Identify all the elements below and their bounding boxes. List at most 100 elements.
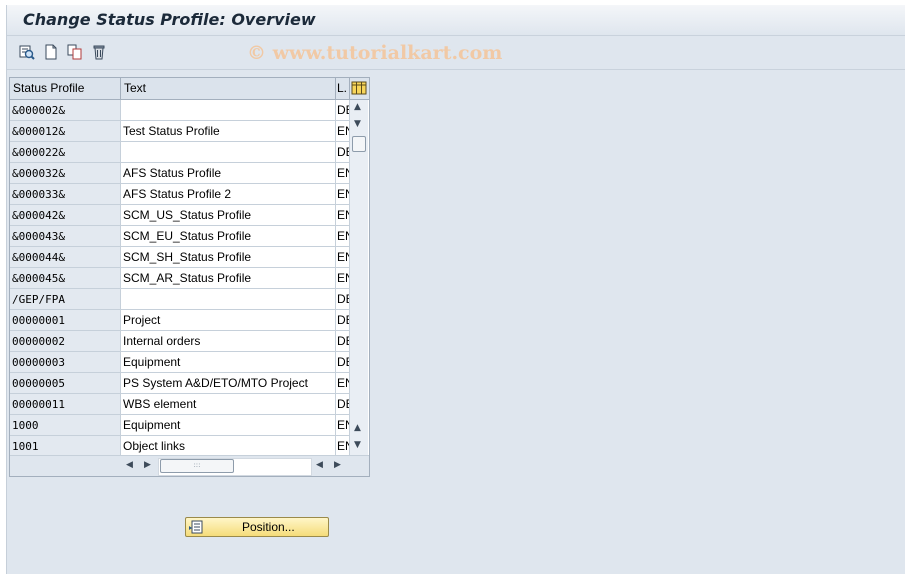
table-row[interactable]: &000022&DE (10, 142, 350, 163)
watermark: © www.tutorialkart.com (247, 42, 503, 64)
status-profile-cell[interactable]: &000042& (10, 205, 121, 226)
language-cell[interactable]: DE (336, 310, 350, 331)
text-cell[interactable]: WBS element (121, 394, 336, 415)
language-cell[interactable]: DE (336, 394, 350, 415)
language-cell[interactable]: EN (336, 163, 350, 184)
table-row[interactable]: 00000011WBS elementDE (10, 394, 350, 415)
page-title: Change Status Profile: Overview (23, 10, 316, 29)
details-icon (19, 45, 35, 60)
text-cell[interactable]: AFS Status Profile (121, 163, 336, 184)
scroll-thumb[interactable] (352, 136, 366, 152)
title-bar: Change Status Profile: Overview (7, 5, 905, 36)
status-profile-cell[interactable]: 00000002 (10, 331, 121, 352)
status-profile-cell[interactable]: &000022& (10, 142, 121, 163)
language-cell[interactable]: EN (336, 205, 350, 226)
status-profile-cell[interactable]: &000012& (10, 121, 121, 142)
status-profile-cell[interactable]: /GEP/FPA (10, 289, 121, 310)
table-row[interactable]: 00000003EquipmentDE (10, 352, 350, 373)
status-profile-cell[interactable]: &000002& (10, 100, 121, 121)
text-cell[interactable] (121, 100, 336, 121)
table-row[interactable]: &000045&SCM_AR_Status ProfileEN (10, 268, 350, 289)
table-row[interactable]: &000044&SCM_SH_Status ProfileEN (10, 247, 350, 268)
text-cell[interactable]: SCM_AR_Status Profile (121, 268, 336, 289)
text-cell[interactable]: SCM_EU_Status Profile (121, 226, 336, 247)
table-row[interactable]: &000012&Test Status ProfileEN (10, 121, 350, 142)
new-entries-icon (45, 44, 57, 60)
language-cell[interactable]: EN (336, 226, 350, 247)
status-profile-cell[interactable]: &000044& (10, 247, 121, 268)
scroll-down-icon[interactable]: ▼ (354, 440, 361, 450)
status-profile-cell[interactable]: &000032& (10, 163, 121, 184)
page-down-icon[interactable]: ▲ (354, 423, 361, 433)
language-cell[interactable]: DE (336, 289, 350, 310)
text-cell[interactable]: Equipment (121, 352, 336, 373)
status-profile-cell[interactable]: 00000001 (10, 310, 121, 331)
status-profile-cell[interactable]: &000045& (10, 268, 121, 289)
table-row[interactable]: &000043&SCM_EU_Status ProfileEN (10, 226, 350, 247)
language-cell[interactable]: DE (336, 142, 350, 163)
column-header-text[interactable]: Text (121, 78, 336, 99)
table-header: Status Profile Text L. (10, 78, 369, 100)
language-cell[interactable]: EN (336, 247, 350, 268)
text-cell[interactable]: PS System A&D/ETO/MTO Project (121, 373, 336, 394)
language-cell[interactable]: EN (336, 121, 350, 142)
horizontal-scrollbar[interactable]: ◀ ▶ ::: ◀ ▶ (10, 455, 369, 476)
table-row[interactable]: 00000005PS System A&D/ETO/MTO ProjectEN (10, 373, 350, 394)
text-cell[interactable] (121, 142, 336, 163)
status-profile-cell[interactable]: &000033& (10, 184, 121, 205)
status-profile-cell[interactable]: 1001 (10, 436, 121, 457)
page-up-icon[interactable]: ▼ (354, 119, 361, 129)
text-cell[interactable] (121, 289, 336, 310)
text-cell[interactable]: SCM_US_Status Profile (121, 205, 336, 226)
status-profile-table: Status Profile Text L. &000002&DE&000012… (9, 77, 370, 477)
status-profile-cell[interactable]: 1000 (10, 415, 121, 436)
language-cell[interactable]: DE (336, 100, 350, 121)
copy-as-button[interactable] (66, 43, 84, 61)
table-row[interactable]: /GEP/FPA DE (10, 289, 350, 310)
column-header-language[interactable]: L. (336, 78, 350, 99)
table-row[interactable]: 1000EquipmentEN (10, 415, 350, 436)
text-cell[interactable]: Equipment (121, 415, 336, 436)
table-row[interactable]: 00000001ProjectDE (10, 310, 350, 331)
language-cell[interactable]: EN (336, 415, 350, 436)
status-profile-cell[interactable]: 00000003 (10, 352, 121, 373)
position-icon (189, 520, 203, 534)
position-button[interactable]: Position... (185, 517, 329, 537)
scroll-right-icon[interactable]: ▶ (144, 460, 151, 470)
language-cell[interactable]: DE (336, 352, 350, 373)
status-profile-cell[interactable]: 00000005 (10, 373, 121, 394)
language-cell[interactable]: EN (336, 184, 350, 205)
table-row[interactable]: 1001Object linksEN (10, 436, 350, 457)
details-button[interactable] (18, 43, 36, 61)
status-profile-cell[interactable]: 00000011 (10, 394, 121, 415)
delete-button[interactable] (90, 43, 108, 61)
table-row[interactable]: &000033&AFS Status Profile 2EN (10, 184, 350, 205)
scroll-left-icon[interactable]: ◀ (126, 460, 133, 470)
main-window: Change Status Profile: Overview © www.tu… (6, 5, 905, 574)
language-cell[interactable]: DE (336, 331, 350, 352)
new-entries-button[interactable] (42, 43, 60, 61)
scroll-left-2-icon[interactable]: ◀ (316, 460, 323, 470)
copy-icon (67, 44, 82, 60)
text-cell[interactable]: Test Status Profile (121, 121, 336, 142)
scroll-right-2-icon[interactable]: ▶ (334, 460, 341, 470)
status-profile-cell[interactable]: &000043& (10, 226, 121, 247)
text-cell[interactable]: Internal orders (121, 331, 336, 352)
scroll-up-icon[interactable]: ▲ (354, 102, 361, 112)
table-row[interactable]: &000002&DE (10, 100, 350, 121)
text-cell[interactable]: Object links (121, 436, 336, 457)
table-row[interactable]: 00000002Internal ordersDE (10, 331, 350, 352)
column-header-status-profile[interactable]: Status Profile (10, 78, 121, 99)
text-cell[interactable]: SCM_SH_Status Profile (121, 247, 336, 268)
horizontal-scroll-thumb[interactable]: ::: (160, 459, 234, 473)
table-row[interactable]: &000032&AFS Status ProfileEN (10, 163, 350, 184)
language-cell[interactable]: EN (336, 268, 350, 289)
column-settings-button[interactable] (351, 80, 367, 96)
vertical-scrollbar[interactable]: ▲ ▼ ▲ ▼ (350, 100, 368, 455)
position-button-label: Position... (242, 520, 295, 534)
text-cell[interactable]: Project (121, 310, 336, 331)
language-cell[interactable]: EN (336, 373, 350, 394)
table-row[interactable]: &000042&SCM_US_Status ProfileEN (10, 205, 350, 226)
text-cell[interactable]: AFS Status Profile 2 (121, 184, 336, 205)
language-cell[interactable]: EN (336, 436, 350, 457)
